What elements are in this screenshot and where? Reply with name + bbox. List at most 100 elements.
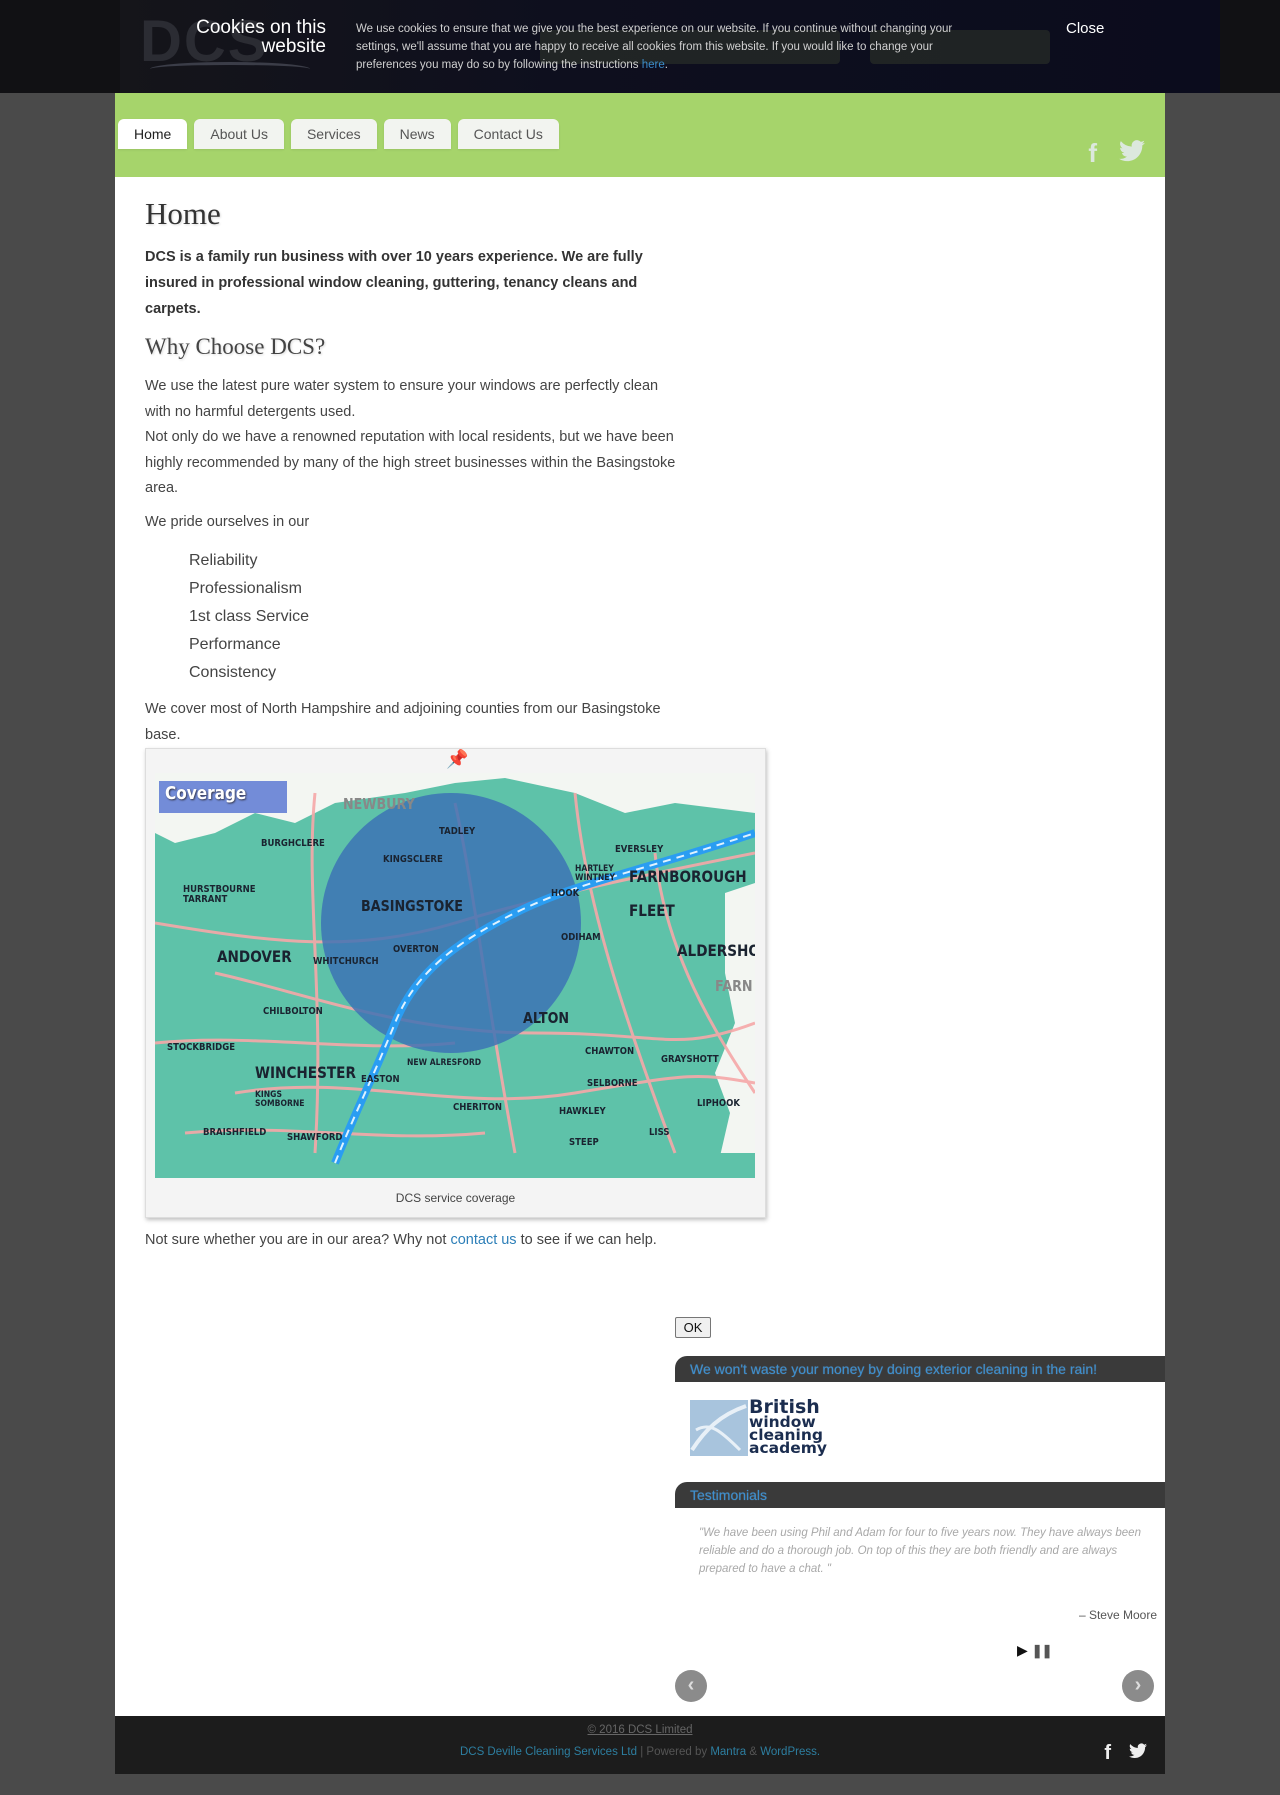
ok-button[interactable]: OK (675, 1317, 711, 1338)
mantra-link[interactable]: Mantra (710, 1746, 746, 1758)
contact-prompt-text: Not sure whether you are in our area? Wh… (145, 1232, 451, 1248)
cookie-banner: DCS Cookies on this website We use cooki… (0, 0, 1280, 93)
powered-by-text: | Powered by (637, 1746, 711, 1758)
contact-us-link[interactable]: contact us (450, 1232, 516, 1248)
copyright-text: © 2016 DCS Limited (115, 1724, 1165, 1736)
map-place-label: BASINGSTOKE (361, 897, 463, 915)
map-place-label: FARN (715, 977, 753, 995)
pride-item: Reliability (189, 552, 258, 569)
pure-water-paragraph: We use the latest pure water system to e… (145, 378, 659, 420)
map-place-label: WINCHESTER (255, 1063, 356, 1082)
nav-services[interactable]: Services (290, 119, 377, 149)
map-place-label: NEW ALRESFORD (407, 1058, 482, 1068)
bwca-logo-mark (690, 1400, 748, 1456)
map-place-label: ANDOVER (217, 947, 292, 966)
main-content: Home DCS is a family run business with o… (145, 196, 685, 756)
map-place-label: BRAISHFIELD (203, 1127, 267, 1138)
testimonials-widget-title: Testimonials (675, 1482, 1165, 1508)
intro-paragraph: DCS is a family run business with over 1… (145, 249, 643, 317)
footer-social: f (1104, 1742, 1147, 1765)
map-place-label: FLEET (629, 901, 675, 920)
rain-widget-title: We won't waste your money by doing exter… (675, 1356, 1165, 1382)
company-link[interactable]: DCS Deville Cleaning Services Ltd (460, 1746, 637, 1758)
bwca-logo-text: British window cleaning academy (749, 1398, 827, 1457)
map-place-label: STEEP (569, 1137, 599, 1148)
map-place-label: CHILBOLTON (263, 1006, 323, 1017)
map-place-label: SHAWFORD (287, 1132, 343, 1143)
pride-item: Consistency (189, 664, 277, 681)
next-slide-button[interactable]: › (1122, 1670, 1154, 1702)
map-place-label: HURSTBOURNE TARRANT (183, 884, 256, 905)
page-wrapper: Menu Home About Us Services News Contact… (115, 84, 1165, 1774)
nav-contact-us[interactable]: Contact Us (457, 119, 559, 149)
map-place-label: ALDERSHOT (677, 941, 755, 960)
coverage-map[interactable]: NEWBURY TADLEY BURGHCLERE KINGSCLERE EVERSLE… (155, 773, 755, 1178)
and-text: & (746, 1746, 761, 1758)
map-place-label: WHITCHURCH (313, 956, 379, 967)
site-header: Menu Home About Us Services News Contact… (115, 84, 1165, 177)
map-place-label: KINGS SOMBORNE (255, 1090, 305, 1109)
reputation-paragraph: Not only do we have a renowned reputatio… (145, 429, 676, 496)
site-footer: © 2016 DCS Limited DCS Deville Cleaning … (115, 1716, 1165, 1774)
nav-news[interactable]: News (383, 119, 451, 149)
contact-prompt: Not sure whether you are in our area? Wh… (145, 1232, 657, 1248)
map-place-label: HAWKLEY (559, 1106, 606, 1117)
coverage-figure: 📌 NEWBURY TADLEY BURGHCLERE KINGSCLERE E… (145, 748, 766, 1218)
pride-list: Reliability Professionalism 1st class Se… (189, 547, 685, 687)
main-nav: Home About Us Services News Contact Us (118, 119, 559, 149)
page-title: Home (145, 196, 221, 231)
map-place-label: GRAYSHOTT (661, 1054, 719, 1065)
pushpin-icon: 📌 (446, 749, 469, 769)
coverage-badge: Coverage (165, 783, 247, 804)
cookie-close-button[interactable]: Close (1066, 20, 1104, 37)
map-place-label: TADLEY (439, 826, 476, 837)
contact-prompt-end: to see if we can help. (516, 1232, 657, 1248)
slideshow-controls: ▶ ❚❚ (1017, 1642, 1053, 1659)
cookie-policy-link[interactable]: here (642, 59, 665, 71)
map-place-label: HOOK (551, 888, 580, 899)
pride-item: 1st class Service (189, 608, 310, 625)
testimonial-author: – Steve Moore (1078, 1608, 1157, 1622)
map-place-label: BURGHCLERE (261, 838, 325, 849)
map-place-label: SELBORNE (587, 1078, 638, 1089)
map-place-label: KINGSCLERE (383, 854, 443, 865)
map-place-label: STOCKBRIDGE (167, 1042, 235, 1053)
map-caption: DCS service coverage (395, 1191, 516, 1205)
facebook-icon[interactable]: f (1104, 1742, 1111, 1765)
pride-item: Professionalism (189, 580, 302, 597)
play-icon[interactable]: ▶ (1017, 1642, 1028, 1659)
twitter-icon[interactable] (1129, 1742, 1147, 1765)
map-place-label: ALTON (523, 1009, 570, 1027)
cookie-title: Cookies on this website (196, 17, 326, 57)
logo-swoosh (150, 62, 310, 76)
map-place-label: FARNBOROUGH (629, 867, 747, 886)
pause-icon[interactable]: ❚❚ (1032, 1643, 1053, 1659)
previous-slide-button[interactable]: ‹ (675, 1670, 707, 1702)
nav-home[interactable]: Home (118, 119, 188, 149)
bwca-academy: academy (749, 1439, 827, 1457)
map-place-label: CHAWTON (585, 1046, 635, 1057)
map-place-label: OVERTON (393, 944, 439, 955)
section-heading: Why Choose DCS? (145, 334, 326, 359)
nav-about-us[interactable]: About Us (194, 119, 284, 149)
cookie-message: We use cookies to ensure that we give yo… (356, 20, 996, 74)
map-place-label: LISS (649, 1127, 670, 1138)
pride-intro: We pride ourselves in our (145, 513, 310, 530)
facebook-icon[interactable]: f (1088, 138, 1097, 169)
twitter-icon[interactable] (1119, 138, 1145, 169)
bwca-logo[interactable]: British window cleaning academy (690, 1398, 827, 1460)
map-place-label: NEWBURY (343, 795, 415, 813)
wordpress-link[interactable]: WordPress. (760, 1746, 820, 1758)
footer-credits: DCS Deville Cleaning Services Ltd | Powe… (115, 1746, 1165, 1758)
map-place-label: ODIHAM (561, 932, 601, 943)
coverage-paragraph: We cover most of North Hampshire and adj… (145, 701, 661, 743)
map-place-label: EASTON (361, 1074, 400, 1085)
header-social: f (1088, 138, 1145, 169)
map-place-label: LIPHOOK (697, 1098, 740, 1109)
copyright-link[interactable]: © 2016 DCS Limited (588, 1724, 693, 1736)
testimonial-quote: "We have been using Phil and Adam for fo… (699, 1527, 1141, 1575)
pride-item: Performance (189, 636, 281, 653)
map-place-label: CHERITON (453, 1102, 503, 1113)
testimonial-slide: "We have been using Phil and Adam for fo… (675, 1514, 1155, 1594)
map-place-label: EVERSLEY (615, 844, 664, 855)
